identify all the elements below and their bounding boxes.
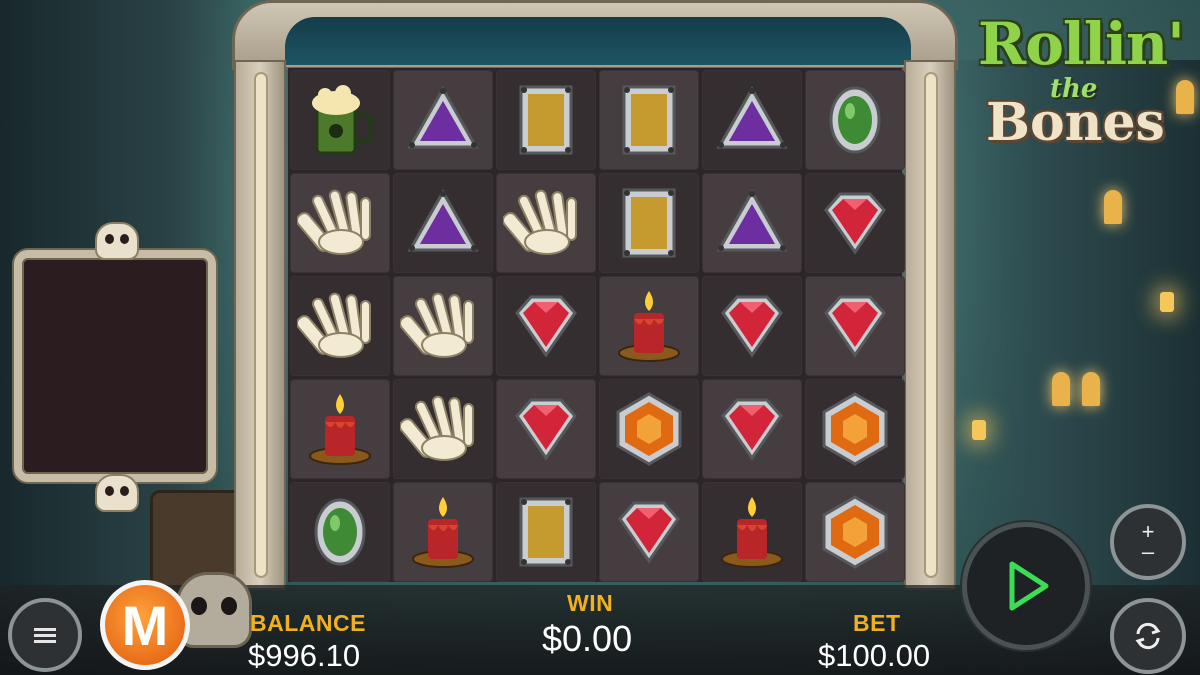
red-gem-icon [515,398,577,461]
reel-cell [599,70,699,170]
hamburger-icon [34,625,56,646]
brand-badge-letter: M [121,593,169,657]
reel-cell [290,482,390,582]
reel-cell [805,276,905,376]
red-gem-icon [618,501,680,564]
menu-button[interactable] [8,598,82,672]
reel-cell [496,173,596,273]
gold-square-icon [622,188,676,258]
reel-cell [702,276,802,376]
beer-mug-icon [312,85,374,155]
purple-triangle-icon [407,85,479,149]
reel-cell [599,173,699,273]
red-gem-icon [824,295,886,358]
reel-cell [393,70,493,170]
reel-cell [496,482,596,582]
orange-hexagon-icon [822,392,888,466]
reel-cell [805,173,905,273]
reel-cell [393,173,493,273]
house-window [1082,372,1100,406]
brand-button[interactable]: M [100,580,190,670]
reel-cell [393,276,493,376]
reel-cell [393,379,493,479]
reel-cell [805,482,905,582]
reel-cell [496,70,596,170]
logo-line-3: Bones [986,92,1165,153]
skeleton-hand-icon [297,292,371,358]
skeleton-hand-icon [400,292,474,358]
reel-grid [290,70,905,582]
candle-icon [721,497,783,568]
candle-icon [618,291,680,362]
game-logo: Rollin' the Bones [972,10,1192,160]
street-lamp [1160,292,1174,312]
skeleton-hand-icon [297,189,371,255]
house-window [1052,372,1070,406]
skeleton-hand-icon [400,395,474,461]
bet-label: BET [853,610,901,636]
reel-cell [702,482,802,582]
bonus-panel [14,250,216,482]
minus-icon: – [1141,539,1155,564]
skeleton-hand-icon [503,189,577,255]
gold-square-icon [519,85,573,155]
street-lamp [972,420,986,440]
green-oval-icon [829,86,881,154]
purple-triangle-icon [716,85,788,149]
reel-cell [599,276,699,376]
reel-cell [702,70,802,170]
candle-icon [309,394,371,465]
skull-ornament [95,474,139,512]
red-gem-icon [721,295,783,358]
purple-triangle-icon [716,188,788,252]
stone-arch [232,0,958,70]
reel-cell [290,70,390,170]
orange-hexagon-icon [616,392,682,466]
red-gem-icon [721,398,783,461]
balance-label: BALANCE [250,610,366,636]
red-gem-icon [515,295,577,358]
bet-value: $100.00 [818,638,931,673]
reel-cell [599,379,699,479]
green-oval-icon [314,498,366,566]
reel-cell [702,379,802,479]
reel-cell [599,482,699,582]
reel-cell [496,379,596,479]
refresh-icon [1135,622,1161,650]
reel-cell [290,276,390,376]
house-window [1104,190,1122,224]
orange-hexagon-icon [822,495,888,569]
bet-adjust-button[interactable]: + – [1110,504,1186,580]
reel-cell [805,70,905,170]
candle-icon [412,497,474,568]
red-gem-icon [824,192,886,255]
reel-cell [290,173,390,273]
purple-triangle-icon [407,188,479,252]
reel-cell [805,379,905,479]
reel-cell [702,173,802,273]
gold-square-icon [519,497,573,567]
right-pillar [904,60,956,590]
left-pillar [234,60,286,590]
gold-square-icon [622,85,676,155]
win-label: WIN [567,590,614,616]
reel-cell [290,379,390,479]
reel-cell [393,482,493,582]
autoplay-button[interactable] [1110,598,1186,674]
win-value: $0.00 [542,618,633,659]
play-icon [1009,561,1049,611]
reel-cell [496,276,596,376]
spin-button[interactable] [962,522,1090,650]
balance-value: $996.10 [248,638,361,673]
logo-line-1: Rollin' [978,10,1185,78]
skull-ornament [95,222,139,260]
